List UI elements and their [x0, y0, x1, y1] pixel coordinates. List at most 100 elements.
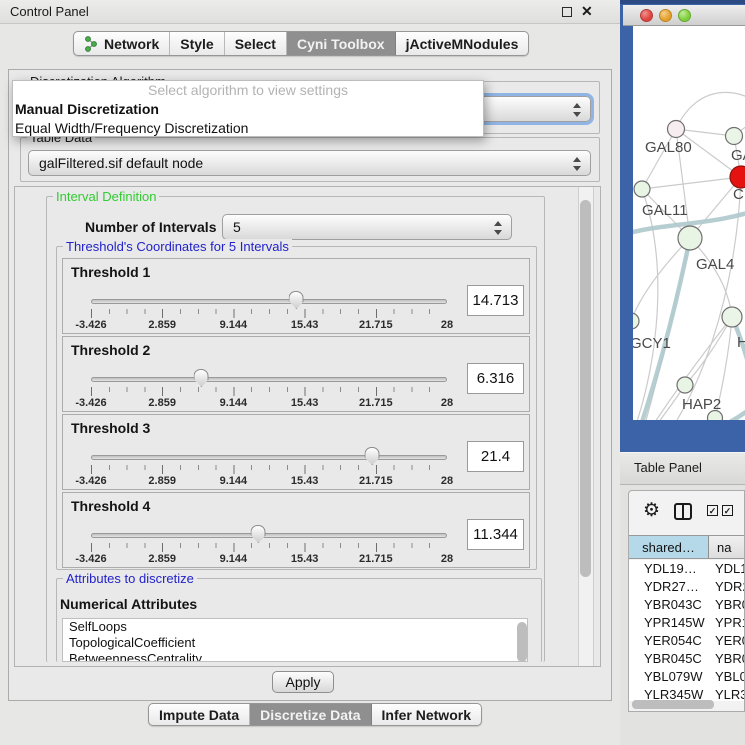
tick-label: 15.43 [291, 397, 319, 409]
dropdown-option-equal-width[interactable]: Equal Width/Frequency Discretization [13, 119, 483, 138]
list-item-topologicalcoefficient[interactable]: TopologicalCoefficient [63, 635, 527, 651]
threshold-3-row: Threshold 3 -3.426 2.859 9.144 15.43 21.… [62, 414, 530, 490]
apply-button[interactable]: Apply [272, 671, 334, 693]
checkbox-icon[interactable]: ✓ [707, 505, 718, 516]
tick-label: 21.715 [359, 553, 393, 565]
interval-definition-title: Interval Definition [53, 189, 159, 204]
slider-major-ticks [91, 543, 447, 552]
table-row[interactable]: YPR145WYPR1 [629, 614, 745, 632]
tick-label: 21.715 [359, 319, 393, 331]
tick-label: 28 [441, 553, 453, 565]
tab-jactivemnodules[interactable]: jActiveMNodules [396, 32, 529, 55]
tick-label: -3.426 [75, 475, 106, 487]
gear-icon[interactable]: ⚙ [643, 501, 660, 520]
threshold-3-label: Threshold 3 [71, 420, 150, 436]
list-item-betweennesscentrality[interactable]: BetweennessCentrality [63, 651, 527, 662]
tick-label: 15.43 [291, 475, 319, 487]
tab-impute-data[interactable]: Impute Data [149, 704, 250, 725]
table-panel-title: Table Panel [634, 460, 702, 475]
combo-stepper-icon [494, 220, 503, 236]
table-data-value: galFiltered.sif default node [39, 155, 203, 171]
node-ga[interactable] [726, 128, 743, 145]
node-gal80[interactable] [668, 121, 685, 138]
traffic-light-close-icon[interactable] [640, 9, 653, 22]
tab-infer-network[interactable]: Infer Network [372, 704, 481, 725]
tick-label: -3.426 [75, 397, 106, 409]
slider-track[interactable] [91, 299, 447, 304]
tick-label: 21.715 [359, 475, 393, 487]
dropdown-option-manual[interactable]: Manual Discretization [13, 100, 483, 119]
traffic-light-zoom-icon[interactable] [678, 9, 691, 22]
threshold-2-value-field[interactable]: 6.316 [467, 363, 524, 394]
column-layout-icon[interactable] [674, 503, 692, 520]
threshold-4-value-field[interactable]: 11.344 [467, 519, 524, 550]
threshold-1-value-field[interactable]: 14.713 [467, 285, 524, 316]
screen: Control Panel ✕ Network Style Select Cyn… [0, 0, 745, 745]
threshold-3-thumb[interactable] [365, 447, 380, 465]
table-row[interactable]: YDL19…YDL1 [629, 560, 745, 578]
number-of-intervals-label: Number of Intervals [85, 219, 216, 235]
numerical-attributes-label: Numerical Attributes [60, 596, 197, 612]
table-row[interactable]: YDR27…YDR2 [629, 578, 745, 596]
slider-track[interactable] [91, 455, 447, 460]
tick-label: 15.43 [291, 319, 319, 331]
node-label-ga: GA [731, 147, 745, 164]
threshold-1-label: Threshold 1 [71, 264, 150, 280]
tab-select[interactable]: Select [225, 32, 287, 55]
slider-track[interactable] [91, 377, 447, 382]
tick-label: 9.144 [220, 475, 248, 487]
network-canvas[interactable]: GAL80 GA C GAL11 GAL4 GCY1 HA HAP2 [633, 26, 745, 420]
table-row[interactable]: YBL079WYBL0 [629, 668, 745, 686]
tab-cyni-toolbox[interactable]: Cyni Toolbox [287, 32, 396, 55]
slider-track[interactable] [91, 533, 447, 538]
float-window-icon[interactable] [562, 7, 572, 17]
attributes-group-title: Attributes to discretize [63, 571, 197, 586]
tick-label: 2.859 [148, 553, 176, 565]
tick-label: 28 [441, 475, 453, 487]
node-h[interactable] [722, 307, 742, 327]
node-selected-red[interactable] [730, 166, 745, 188]
table-data-combobox[interactable]: galFiltered.sif default node [28, 150, 591, 176]
tab-discretize-data[interactable]: Discretize Data [250, 704, 371, 725]
tick-label: 2.859 [148, 319, 176, 331]
list-scrollbar-thumb[interactable] [517, 622, 527, 662]
table-row[interactable]: YER054CYER0 [629, 632, 745, 650]
threshold-4-slider[interactable]: -3.426 2.859 9.144 15.43 21.715 28 [91, 525, 447, 567]
list-item-selfloops[interactable]: SelfLoops [63, 619, 527, 635]
threshold-3-slider[interactable]: -3.426 2.859 9.144 15.43 21.715 28 [91, 447, 447, 489]
vertical-scrollbar-thumb[interactable] [580, 200, 591, 577]
control-panel-titlebar [0, 0, 620, 24]
threshold-1-thumb[interactable] [289, 291, 304, 309]
table-row[interactable]: YBR045CYBR0 [629, 650, 745, 668]
tick-label: 2.859 [148, 397, 176, 409]
checkbox-icon[interactable]: ✓ [722, 505, 733, 516]
horizontal-scrollbar-thumb[interactable] [632, 700, 714, 709]
node-label-ha: HA [737, 334, 745, 351]
network-window-frame-top [620, 0, 745, 4]
number-of-intervals-combobox[interactable]: 5 [222, 214, 512, 240]
traffic-light-minimize-icon[interactable] [659, 9, 672, 22]
threshold-2-label: Threshold 2 [71, 342, 150, 358]
threshold-1-slider[interactable]: -3.426 2.859 9.144 15.43 21.715 28 [91, 291, 447, 333]
tab-style[interactable]: Style [170, 32, 224, 55]
tab-network[interactable]: Network [74, 32, 170, 55]
column-header-shared-name[interactable]: shared… [629, 536, 709, 558]
combo-stepper-icon [573, 102, 582, 118]
threshold-1-row: Threshold 1 -3.426 2.859 9.144 15.43 21.… [62, 258, 530, 334]
table-row[interactable]: YLR345WYLR3 [629, 686, 745, 701]
tick-label: 21.715 [359, 397, 393, 409]
slider-major-ticks [91, 309, 447, 318]
threshold-4-thumb[interactable] [251, 525, 266, 543]
threshold-3-value-field[interactable]: 21.4 [467, 441, 524, 472]
threshold-2-slider[interactable]: -3.426 2.859 9.144 15.43 21.715 28 [91, 369, 447, 411]
node-gal4[interactable] [678, 226, 702, 250]
node-gcy1[interactable] [633, 313, 639, 329]
node-gal11[interactable] [634, 181, 650, 197]
network-window-titlebar[interactable] [623, 5, 745, 26]
close-icon[interactable]: ✕ [581, 3, 593, 20]
column-header-name[interactable]: na [709, 536, 745, 558]
threshold-2-thumb[interactable] [194, 369, 209, 387]
table-row[interactable]: YBR043CYBR0 [629, 596, 745, 614]
control-panel-title: Control Panel [10, 4, 89, 19]
node-hap2[interactable] [677, 377, 693, 393]
